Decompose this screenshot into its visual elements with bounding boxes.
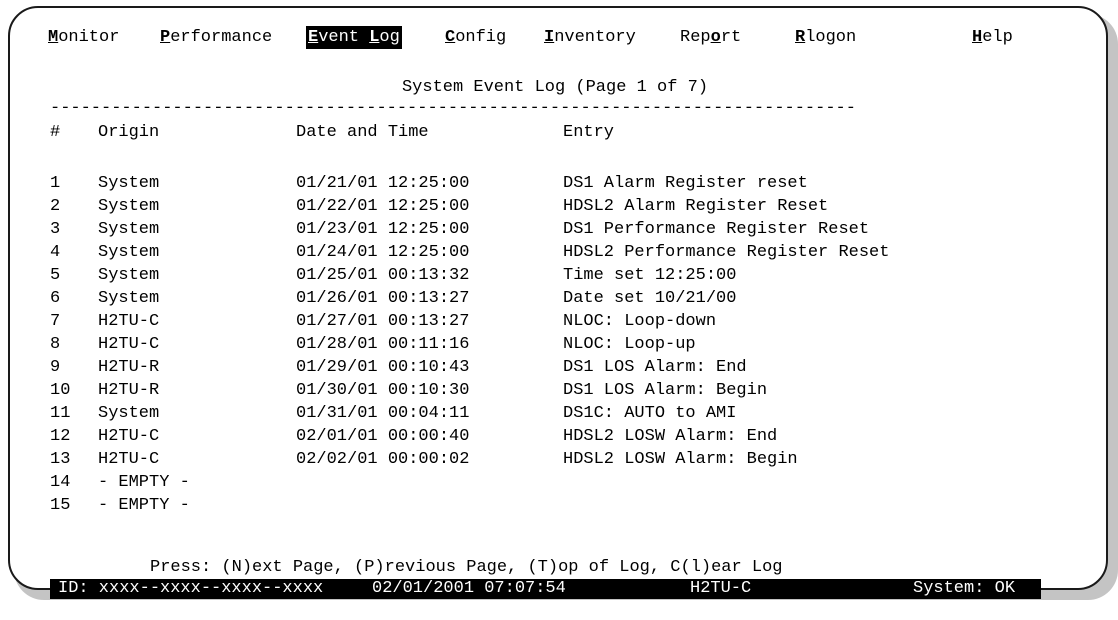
table-row: 14 - EMPTY - bbox=[0, 471, 1100, 494]
row-entry: DS1 LOS Alarm: Begin bbox=[563, 381, 768, 400]
row-origin: H2TU-C bbox=[98, 450, 160, 469]
row-datetime: 01/21/01 12:25:00 bbox=[296, 174, 470, 193]
row-datetime: 01/31/01 00:04:11 bbox=[296, 404, 470, 423]
status-system: System: OK bbox=[913, 579, 1016, 598]
row-number: 1 bbox=[50, 174, 61, 193]
row-origin: - EMPTY - bbox=[98, 473, 190, 492]
table-row: 5 System 01/25/01 00:13:32 Time set 12:25:0… bbox=[0, 264, 1100, 287]
table-row: 1 System 01/21/01 12:25:00 DS1 Alarm Regist… bbox=[0, 172, 1100, 195]
row-number: 12 bbox=[50, 427, 71, 446]
key-prompt: Press: (N)ext Page, (P)revious Page, (T)… bbox=[150, 558, 783, 577]
row-entry: Time set 12:25:00 bbox=[563, 266, 737, 285]
table-row: 7 H2TU-C 01/27/01 00:13:27 NLOC: Loop-down bbox=[0, 310, 1100, 333]
row-origin: H2TU-C bbox=[98, 312, 160, 331]
row-number: 2 bbox=[50, 197, 61, 216]
table-row: 6 System 01/26/01 00:13:27 Date set 10/21/0… bbox=[0, 287, 1100, 310]
status-id: ID: xxxx--xxxx--xxxx--xxxx bbox=[58, 579, 324, 598]
column-header-num: # bbox=[50, 123, 61, 142]
column-header-origin: Origin bbox=[98, 123, 160, 142]
row-entry: DS1 LOS Alarm: End bbox=[563, 358, 747, 377]
row-number: 3 bbox=[50, 220, 61, 239]
menu-inventory[interactable]: Inventory bbox=[542, 26, 638, 49]
table-row: 12 H2TU-C 02/01/01 00:00:40 HDSL2 LOSW Alar… bbox=[0, 425, 1100, 448]
row-number: 13 bbox=[50, 450, 71, 469]
row-datetime: 01/22/01 12:25:00 bbox=[296, 197, 470, 216]
row-origin: - EMPTY - bbox=[98, 496, 190, 515]
row-origin: System bbox=[98, 243, 160, 262]
menu-performance[interactable]: Performance bbox=[158, 26, 274, 49]
row-entry: DS1 Performance Register Reset bbox=[563, 220, 870, 239]
menu-config[interactable]: Config bbox=[443, 26, 508, 49]
column-header-entry: Entry bbox=[563, 123, 615, 142]
page-title: System Event Log (Page 1 of 7) bbox=[401, 78, 709, 97]
row-entry: DS1 Alarm Register reset bbox=[563, 174, 808, 193]
row-datetime: 01/26/01 00:13:27 bbox=[296, 289, 470, 308]
menu-monitor[interactable]: Monitor bbox=[46, 26, 121, 49]
menu-report[interactable]: Report bbox=[678, 26, 743, 49]
row-number: 6 bbox=[50, 289, 61, 308]
row-origin: H2TU-R bbox=[98, 358, 160, 377]
table-row: 8 H2TU-C 01/28/01 00:11:16 NLOC: Loop-up bbox=[0, 333, 1100, 356]
divider-rule: ----------------------------------------… bbox=[50, 99, 856, 118]
status-unit: H2TU-C bbox=[690, 579, 752, 598]
table-row: 10 H2TU-R 01/30/01 00:10:30 DS1 LOS Alarm: … bbox=[0, 379, 1100, 402]
row-number: 14 bbox=[50, 473, 71, 492]
row-datetime: 02/02/01 00:00:02 bbox=[296, 450, 470, 469]
row-datetime: 01/29/01 00:10:43 bbox=[296, 358, 470, 377]
row-entry: NLOC: Loop-down bbox=[563, 312, 717, 331]
row-datetime: 01/23/01 12:25:00 bbox=[296, 220, 470, 239]
row-entry: HDSL2 LOSW Alarm: Begin bbox=[563, 450, 798, 469]
row-datetime: 01/24/01 12:25:00 bbox=[296, 243, 470, 262]
status-datetime: 02/01/2001 07:07:54 bbox=[372, 579, 566, 598]
column-header-date: Date and Time bbox=[296, 123, 429, 142]
menu-rlogon[interactable]: Rlogon bbox=[793, 26, 858, 49]
row-origin: H2TU-R bbox=[98, 381, 160, 400]
row-entry: Date set 10/21/00 bbox=[563, 289, 737, 308]
table-row: 2 System 01/22/01 12:25:00 HDSL2 Alarm Regi… bbox=[0, 195, 1100, 218]
row-entry: NLOC: Loop-up bbox=[563, 335, 696, 354]
row-number: 15 bbox=[50, 496, 71, 515]
row-origin: System bbox=[98, 197, 160, 216]
row-origin: System bbox=[98, 174, 160, 193]
row-number: 11 bbox=[50, 404, 71, 423]
row-datetime: 01/28/01 00:11:16 bbox=[296, 335, 470, 354]
menu-event-log[interactable]: Event Log bbox=[306, 26, 402, 49]
row-entry: DS1C: AUTO to AMI bbox=[563, 404, 737, 423]
row-number: 9 bbox=[50, 358, 61, 377]
row-number: 10 bbox=[50, 381, 71, 400]
row-number: 8 bbox=[50, 335, 61, 354]
row-origin: System bbox=[98, 289, 160, 308]
table-row: 15 - EMPTY - bbox=[0, 494, 1100, 517]
row-entry: HDSL2 Performance Register Reset bbox=[563, 243, 890, 262]
row-entry: HDSL2 LOSW Alarm: End bbox=[563, 427, 778, 446]
row-origin: System bbox=[98, 266, 160, 285]
status-bar: ID: xxxx--xxxx--xxxx--xxxx 02/01/2001 07… bbox=[50, 579, 1041, 599]
table-row: 11 System 01/31/01 00:04:11 DS1C: AUTO to A… bbox=[0, 402, 1100, 425]
row-origin: H2TU-C bbox=[98, 427, 160, 446]
table-row: 9 H2TU-R 01/29/01 00:10:43 DS1 LOS Alarm: E… bbox=[0, 356, 1100, 379]
row-number: 5 bbox=[50, 266, 61, 285]
row-number: 7 bbox=[50, 312, 61, 331]
row-origin: System bbox=[98, 220, 160, 239]
row-origin: H2TU-C bbox=[98, 335, 160, 354]
menu-help[interactable]: Help bbox=[970, 26, 1015, 49]
row-datetime: 01/25/01 00:13:32 bbox=[296, 266, 470, 285]
row-number: 4 bbox=[50, 243, 61, 262]
row-datetime: 02/01/01 00:00:40 bbox=[296, 427, 470, 446]
table-row: 4 System 01/24/01 12:25:00 HDSL2 Performanc… bbox=[0, 241, 1100, 264]
row-datetime: 01/30/01 00:10:30 bbox=[296, 381, 470, 400]
row-entry: HDSL2 Alarm Register Reset bbox=[563, 197, 829, 216]
table-row: 13 H2TU-C 02/02/01 00:00:02 HDSL2 LOSW Alar… bbox=[0, 448, 1100, 471]
row-datetime: 01/27/01 00:13:27 bbox=[296, 312, 470, 331]
table-row: 3 System 01/23/01 12:25:00 DS1 Performance … bbox=[0, 218, 1100, 241]
row-origin: System bbox=[98, 404, 160, 423]
